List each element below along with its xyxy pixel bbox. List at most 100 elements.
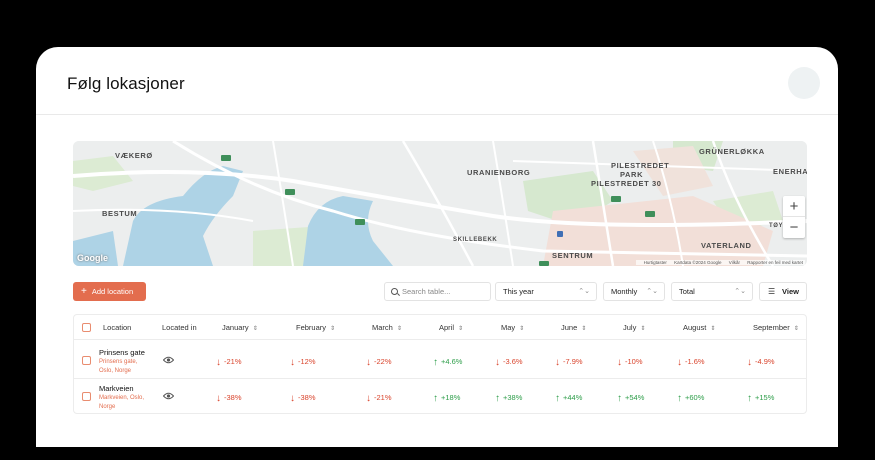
col-label: April	[439, 323, 455, 332]
attrib-mapdata: Kartdata ©2024 Google	[674, 260, 722, 265]
aggregate-value: Total	[679, 287, 695, 296]
map-label: BESTUM	[102, 209, 138, 218]
value-text: -1.6%	[685, 357, 705, 366]
col-july[interactable]: July ⇕	[623, 315, 645, 340]
col-label: June	[561, 323, 578, 332]
col-label: August	[683, 323, 707, 332]
value-cell: ↓ -7.9%	[555, 356, 583, 368]
trend-arrow-icon: ↓	[366, 357, 371, 368]
eye-icon[interactable]	[163, 356, 174, 364]
col-february[interactable]: February ⇕	[296, 315, 335, 340]
value-cell: ↓ -38%	[216, 392, 242, 404]
attrib-report[interactable]: Rapporter en feil med kartet	[747, 260, 803, 265]
row-checkbox[interactable]	[82, 392, 91, 401]
trend-arrow-icon: ↑	[617, 393, 622, 404]
col-march[interactable]: March ⇕	[372, 315, 402, 340]
value-text: -4.9%	[755, 357, 775, 366]
col-june[interactable]: June ⇕	[561, 315, 586, 340]
locations-table: Location Located in January ⇕ February ⇕ M…	[73, 314, 807, 414]
sort-icon: ⇕	[396, 326, 402, 332]
map-label: VÆKERØ	[115, 151, 153, 160]
trend-arrow-icon: ↓	[747, 357, 752, 368]
col-january[interactable]: January ⇕	[222, 315, 258, 340]
value-cell: ↑ +15%	[747, 392, 775, 404]
map-label: SENTRUM	[552, 251, 594, 260]
sort-icon: ⇕	[581, 326, 587, 332]
aggregate-select[interactable]: Total ⌃⌄	[671, 282, 753, 301]
col-label: January	[222, 323, 249, 332]
value-cell: ↓ -38%	[290, 392, 316, 404]
view-button[interactable]: ☰ View	[759, 282, 807, 301]
table-toolbar: + Add location Search table... This year …	[73, 282, 807, 302]
col-location[interactable]: Location	[103, 315, 131, 340]
trend-arrow-icon: ↓	[366, 393, 371, 404]
sort-icon: ⇕	[710, 326, 716, 332]
avatar[interactable]	[788, 67, 820, 99]
trend-arrow-icon: ↑	[677, 393, 682, 404]
table-row[interactable]: Prinsens gate Prinsens gate, Oslo, Norge…	[74, 341, 806, 379]
col-september[interactable]: September ⇕	[753, 315, 799, 340]
page-header: Følg lokasjoner	[36, 47, 838, 115]
value-text: +15%	[755, 393, 775, 402]
attrib-shortcuts[interactable]: Hurtigtaster	[644, 260, 667, 265]
map-label: URANIENBORG	[467, 168, 531, 177]
value-text: -22%	[374, 357, 392, 366]
value-text: -38%	[224, 393, 242, 402]
value-cell: ↑ +18%	[433, 392, 460, 404]
search-placeholder: Search table...	[402, 287, 451, 296]
table-header: Location Located in January ⇕ February ⇕ M…	[74, 315, 806, 340]
value-cell: ↑ +38%	[495, 392, 522, 404]
sort-icon: ⇕	[458, 326, 464, 332]
map[interactable]: VÆKERØ BESTUM URANIENBORG PILESTREDET PA…	[73, 141, 807, 266]
plus-icon: +	[81, 286, 87, 297]
col-label: September	[753, 323, 790, 332]
col-may[interactable]: May ⇕	[501, 315, 524, 340]
trend-arrow-icon: ↑	[555, 393, 560, 404]
period-value: This year	[503, 287, 534, 296]
view-label: View	[782, 287, 799, 296]
chevron-updown-icon: ⌃⌄	[646, 288, 658, 295]
sort-icon: ⇕	[330, 326, 336, 332]
add-location-button[interactable]: + Add location	[73, 282, 146, 301]
map-label: PARK	[620, 170, 644, 179]
period-select[interactable]: This year ⌃⌄	[495, 282, 597, 301]
location-address: Markveien, Oslo, Norge	[99, 395, 145, 410]
value-cell: ↓ -3.6%	[495, 356, 523, 368]
value-text: +60%	[685, 393, 705, 402]
map-label: SKILLEBEKK	[453, 237, 498, 243]
map-zoom-control: + −	[783, 196, 805, 238]
value-text: -10%	[625, 357, 643, 366]
value-cell: ↓ -4.9%	[747, 356, 775, 368]
attrib-terms[interactable]: Vilkår	[729, 260, 740, 265]
map-label: PILESTREDET	[611, 161, 670, 170]
location-name: Markveien	[99, 384, 134, 393]
trend-arrow-icon: ↑	[747, 393, 752, 404]
col-located-in[interactable]: Located in	[162, 315, 197, 340]
interval-select[interactable]: Monthly ⌃⌄	[603, 282, 665, 301]
search-input[interactable]: Search table...	[384, 282, 491, 301]
map-label: GRÜNERLØKKA	[699, 147, 765, 156]
col-august[interactable]: August ⇕	[683, 315, 715, 340]
value-text: +4.6%	[441, 357, 463, 366]
value-text: -21%	[374, 393, 392, 402]
add-location-label: Add location	[91, 287, 134, 296]
google-logo: Google	[77, 253, 108, 263]
map-attribution: Hurtigtaster Kartdata ©2024 Google Vilkå…	[635, 260, 805, 265]
map-label: ENERHAU	[773, 167, 807, 176]
select-all-checkbox[interactable]	[82, 323, 91, 332]
row-checkbox[interactable]	[82, 356, 91, 365]
table-row[interactable]: Markveien Markveien, Oslo, Norge ↓ -38% ↓…	[74, 379, 806, 417]
search-icon	[391, 288, 398, 295]
zoom-in-button[interactable]: +	[783, 196, 805, 217]
value-text: -12%	[298, 357, 316, 366]
trend-arrow-icon: ↑	[433, 393, 438, 404]
col-april[interactable]: April ⇕	[439, 315, 463, 340]
col-label: July	[623, 323, 637, 332]
zoom-out-button[interactable]: −	[783, 217, 805, 238]
sort-icon: ⇕	[640, 326, 646, 332]
value-cell: ↓ -12%	[290, 356, 316, 368]
map-label: PILESTREDET 30	[591, 179, 662, 188]
value-text: -38%	[298, 393, 316, 402]
eye-icon[interactable]	[163, 392, 174, 400]
trend-arrow-icon: ↓	[290, 357, 295, 368]
